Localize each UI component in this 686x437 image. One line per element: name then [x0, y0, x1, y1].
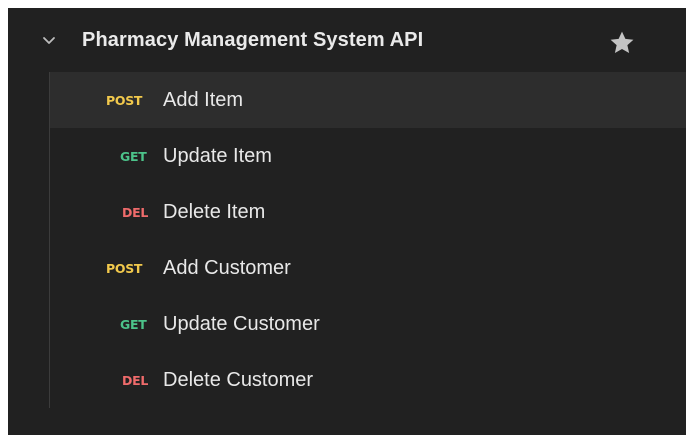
request-item[interactable]: DEL Delete Item: [50, 184, 686, 240]
collections-panel: Pharmacy Management System API POST Add …: [8, 8, 686, 435]
collection-header[interactable]: Pharmacy Management System API: [8, 8, 686, 72]
request-item[interactable]: POST Add Item: [50, 72, 686, 128]
request-item[interactable]: POST Add Customer: [50, 240, 686, 296]
request-name: Update Customer: [163, 313, 320, 335]
request-item[interactable]: GET Update Item: [50, 128, 686, 184]
request-item[interactable]: DEL Delete Customer: [50, 352, 686, 408]
method-badge: DEL: [122, 373, 148, 388]
request-name: Delete Customer: [163, 369, 314, 391]
collection-title: Pharmacy Management System API: [82, 29, 424, 51]
request-name: Add Customer: [163, 257, 291, 279]
star-icon[interactable]: [608, 29, 636, 57]
method-badge: POST: [106, 261, 143, 276]
method-badge: GET: [120, 317, 147, 332]
method-badge: DEL: [122, 205, 148, 220]
request-name: Add Item: [163, 89, 244, 111]
request-name: Delete Item: [163, 201, 266, 223]
method-badge: POST: [106, 93, 143, 108]
request-item[interactable]: GET Update Customer: [50, 296, 686, 352]
request-name: Update Item: [163, 145, 272, 167]
method-badge: GET: [120, 149, 147, 164]
chevron-down-icon[interactable]: [42, 36, 56, 46]
